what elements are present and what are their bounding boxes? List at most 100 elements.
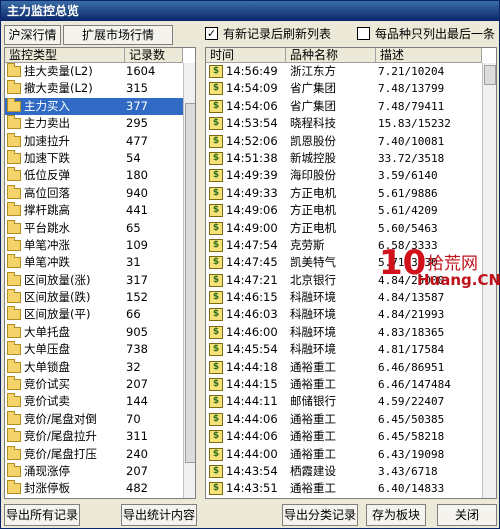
record-time: 14:44:06	[226, 411, 278, 426]
monitor-type-item[interactable]: 低位反弹 180	[5, 167, 183, 184]
close-button[interactable]: 关闭	[437, 504, 497, 526]
money-icon: $	[209, 117, 223, 131]
monitor-type-count: 200	[126, 498, 148, 499]
folder-icon	[7, 132, 21, 147]
column-header-type[interactable]: 监控类型	[5, 48, 125, 63]
record-time: 14:47:21	[226, 272, 278, 287]
record-row[interactable]: $14:49:39 海印股份 3.59/6140	[206, 167, 482, 184]
monitor-type-item[interactable]: 涌现涨停 207	[5, 462, 183, 480]
record-stock: 凯恩股份	[290, 133, 336, 148]
record-stock: 方正电机	[290, 185, 336, 200]
record-row[interactable]: $14:54:06 省广集团 7.48/79411	[206, 98, 482, 115]
record-row[interactable]: $14:43:51 通裕重工 6.40/14833	[206, 480, 482, 497]
monitor-type-item[interactable]: 封涨大减 200	[5, 497, 183, 499]
monitor-type-item[interactable]: 区间放量(涨) 317	[5, 271, 183, 289]
monitor-type-item[interactable]: 挂大卖量(L2) 1604	[5, 63, 183, 80]
record-row[interactable]: $14:44:15 通裕重工 6.46/147484	[206, 376, 482, 393]
monitor-type-item[interactable]: 竞价/尾盘打压 240	[5, 445, 183, 463]
window-title: 主力监控总览	[1, 1, 499, 21]
monitor-type-item[interactable]: 竞价/尾盘对倒 70	[5, 410, 183, 428]
export-category-button[interactable]: 导出分类记录	[282, 504, 358, 526]
last-only-checkbox[interactable]	[357, 27, 370, 40]
monitor-type-item[interactable]: 大单压盘 738	[5, 341, 183, 358]
left-scrollbar-thumb[interactable]	[185, 103, 195, 463]
record-row[interactable]: $14:49:06 方正电机 5.61/4209	[206, 202, 482, 219]
record-row[interactable]: $14:49:33 方正电机 5.61/9886	[206, 185, 482, 202]
monitor-type-item[interactable]: 区间放量(平) 66	[5, 306, 183, 323]
monitor-type-count: 207	[126, 377, 148, 392]
record-time: 14:43:54	[226, 463, 278, 478]
monitor-type-rows: 挂大卖量(L2) 1604 撤大卖量(L2) 315 主力买入 377 主力卖出 295 加速拉…	[5, 63, 183, 499]
record-row[interactable]: $14:43:54 栖霞建设 3.43/6718	[206, 463, 482, 480]
monitor-type-item[interactable]: 主力卖出 295	[5, 115, 183, 132]
folder-icon	[7, 410, 21, 425]
money-icon: $	[209, 169, 223, 183]
record-row[interactable]: $14:56:49 浙江东方 7.21/10204	[206, 63, 482, 80]
monitor-type-item[interactable]: 大单托盘 905	[5, 323, 183, 341]
record-row[interactable]: $14:46:00 科融环境 4.83/18365	[206, 324, 482, 341]
folder-icon	[7, 236, 21, 251]
monitor-type-count: 482	[126, 481, 148, 496]
record-stock: 省广集团	[290, 98, 336, 113]
record-desc: 4.81/17584	[378, 343, 445, 357]
folder-icon	[7, 254, 21, 269]
monitor-type-item[interactable]: 高位回落 940	[5, 184, 183, 202]
monitor-type-count: 315	[126, 81, 148, 96]
monitor-type-item[interactable]: 撤大卖量(L2) 315	[5, 80, 183, 97]
record-row[interactable]: $14:49:00 方正电机 5.60/5463	[206, 220, 482, 237]
record-row[interactable]: $14:44:00 通裕重工 6.43/19098	[206, 446, 482, 463]
record-row[interactable]: $14:54:09 省广集团 7.48/13799	[206, 80, 482, 97]
tab-extended-market[interactable]: 扩展市场行情	[63, 25, 173, 45]
monitor-type-count: 240	[126, 446, 148, 461]
record-row[interactable]: $14:44:06 通裕重工 6.45/50385	[206, 411, 482, 428]
monitor-type-item[interactable]: 撑杆跳高 441	[5, 202, 183, 219]
record-stock: 通裕重工	[290, 359, 336, 374]
record-time: 14:45:54	[226, 342, 278, 357]
folder-icon	[7, 149, 21, 164]
monitor-type-item[interactable]: 加速拉升 477	[5, 132, 183, 150]
refresh-on-new-checkbox[interactable]: ✓	[205, 27, 218, 40]
monitor-type-item[interactable]: 区间放量(跌) 152	[5, 289, 183, 306]
record-row[interactable]: $14:52:06 凯恩股份 7.40/10081	[206, 133, 482, 150]
column-header-desc[interactable]: 描述	[376, 48, 482, 63]
money-icon: $	[209, 308, 223, 322]
export-all-button[interactable]: 导出所有记录	[4, 504, 80, 526]
column-header-stock[interactable]: 品种名称	[286, 48, 376, 63]
monitor-type-item[interactable]: 竞价试买 207	[5, 376, 183, 393]
record-desc: 6.40/14833	[378, 482, 445, 496]
column-header-count[interactable]: 记录数	[125, 48, 183, 63]
right-scrollbar-thumb[interactable]	[484, 65, 496, 85]
record-row[interactable]: $14:45:54 科融环境 4.81/17584	[206, 341, 482, 358]
save-as-block-button[interactable]: 存为板块	[366, 504, 426, 526]
monitor-type-item[interactable]: 单笔冲涨 109	[5, 236, 183, 254]
monitor-type-count: 66	[126, 307, 141, 322]
monitor-type-name: 主力卖出	[24, 116, 70, 131]
record-row[interactable]: $14:53:54 晓程科技 15.83/15232	[206, 115, 482, 132]
monitor-type-item[interactable]: 封涨停板 482	[5, 480, 183, 497]
record-row[interactable]: $14:44:11 邮储银行 4.59/22407	[206, 393, 482, 410]
monitor-type-item[interactable]: 主力买入 377	[5, 97, 183, 116]
money-icon: $	[209, 378, 223, 392]
record-stock: 通裕重工	[290, 481, 336, 496]
monitor-type-item[interactable]: 竞价试卖 144	[5, 393, 183, 410]
monitor-type-item[interactable]: 加速下跌 54	[5, 149, 183, 167]
record-row[interactable]: $14:51:38 新城控股 33.72/3518	[206, 150, 482, 167]
folder-icon	[7, 306, 21, 321]
record-row[interactable]: $14:43:24通裕重工6.32/24333	[206, 498, 482, 499]
monitor-type-name: 竞价试买	[24, 377, 70, 392]
record-row[interactable]: $14:46:03 科融环境 4.84/21993	[206, 306, 482, 323]
export-stats-button[interactable]: 导出统计内容	[121, 504, 197, 526]
monitor-type-item[interactable]: 竞价/尾盘拉升 311	[5, 428, 183, 445]
record-stock: 科融环境	[290, 290, 336, 305]
monitor-type-count: 144	[126, 394, 148, 409]
record-row[interactable]: $14:44:18 通裕重工 6.46/86951	[206, 359, 482, 376]
money-icon: $	[209, 221, 223, 235]
monitor-type-item[interactable]: 单笔冲跌 31	[5, 254, 183, 271]
monitor-type-name: 平台跳水	[24, 220, 70, 235]
column-header-time[interactable]: 时间	[206, 48, 286, 63]
monitor-type-item[interactable]: 大单锁盘 32	[5, 358, 183, 376]
monitor-type-item[interactable]: 平台跳水 65	[5, 219, 183, 237]
tab-shanghai-shenzhen[interactable]: 沪深行情	[4, 25, 61, 45]
left-scrollbar[interactable]	[183, 63, 195, 498]
record-row[interactable]: $14:44:06 通裕重工 6.45/58218	[206, 428, 482, 445]
